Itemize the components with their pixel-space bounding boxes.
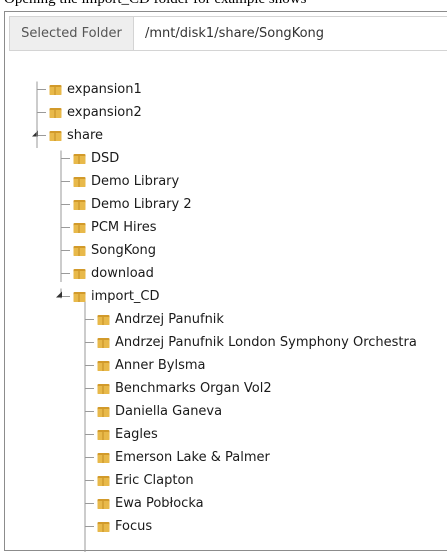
folder-icon xyxy=(73,199,86,210)
tree-node-label: DSD xyxy=(91,151,120,166)
folder-icon xyxy=(49,130,62,141)
tree-node[interactable]: Andrzej Panufnik xyxy=(97,308,224,331)
tree-node[interactable]: DSD xyxy=(73,147,119,170)
page-caption: Opening the import_CD folder for example… xyxy=(4,0,306,8)
tree-node[interactable]: Eagles xyxy=(97,423,158,446)
tree-node[interactable]: Focus xyxy=(97,515,152,538)
tree-node-label: Ewa Pobłocka xyxy=(115,496,204,511)
folder-icon xyxy=(73,291,86,302)
tree-node-label: share xyxy=(67,128,104,143)
folder-icon xyxy=(97,521,110,532)
tree-node[interactable]: SongKong xyxy=(73,239,156,262)
tree-node[interactable]: import_CD xyxy=(73,285,160,308)
folder-icon xyxy=(73,176,86,187)
folder-icon xyxy=(97,452,110,463)
tree-node[interactable]: expansion1 xyxy=(49,78,142,101)
tree-node-label: Demo Library xyxy=(91,174,180,189)
folder-icon xyxy=(97,314,110,325)
tree-node-label: Andrzej Panufnik London Symphony Orchest… xyxy=(115,335,417,350)
tree-node[interactable]: Demo Library xyxy=(73,170,179,193)
tree-node[interactable]: download xyxy=(73,262,154,285)
tree-node-label: Anner Bylsma xyxy=(115,358,206,373)
folder-icon xyxy=(73,268,86,279)
tree-node[interactable]: Andrzej Panufnik London Symphony Orchest… xyxy=(97,331,417,354)
tree-node-label: expansion1 xyxy=(67,82,142,97)
tree-node[interactable]: Eric Clapton xyxy=(97,469,194,492)
folder-icon xyxy=(97,406,110,417)
folder-icon xyxy=(97,429,110,440)
tree-node-label: Benchmarks Organ Vol2 xyxy=(115,381,272,396)
tree-node[interactable]: share xyxy=(49,124,103,147)
folder-icon xyxy=(49,107,62,118)
tree-node[interactable]: expansion2 xyxy=(49,101,142,124)
tree-node-label: Emerson Lake & Palmer xyxy=(115,450,270,465)
tree-node-label: Demo Library 2 xyxy=(91,197,192,212)
folder-icon xyxy=(97,337,110,348)
tree-node-label: import_CD xyxy=(91,289,160,304)
tree-node[interactable]: Daniella Ganeva xyxy=(97,400,222,423)
tree-node[interactable]: Ewa Pobłocka xyxy=(97,492,204,515)
tree-node-label: Focus xyxy=(115,519,153,534)
tree-node-label: SongKong xyxy=(91,243,157,258)
folder-icon xyxy=(97,498,110,509)
folder-icon xyxy=(73,153,86,164)
folder-icon xyxy=(97,360,110,371)
tree-node-label: Daniella Ganeva xyxy=(115,404,223,419)
tree-node[interactable]: Emerson Lake & Palmer xyxy=(97,446,270,469)
folder-icon xyxy=(73,222,86,233)
tree-node-label: PCM Hires xyxy=(91,220,157,235)
folder-icon xyxy=(97,475,110,486)
folder-icon xyxy=(49,84,62,95)
folder-icon xyxy=(97,383,110,394)
tree-node-label: Eric Clapton xyxy=(115,473,194,488)
tree-node[interactable]: Benchmarks Organ Vol2 xyxy=(97,377,272,400)
tree-node[interactable]: Demo Library 2 xyxy=(73,193,192,216)
tree-node-label: expansion2 xyxy=(67,105,142,120)
tree-node[interactable]: PCM Hires xyxy=(73,216,156,239)
tree-node-label: Andrzej Panufnik xyxy=(115,312,224,327)
tree-node[interactable]: Anner Bylsma xyxy=(97,354,205,377)
folder-icon xyxy=(73,245,86,256)
tree-node-label: Eagles xyxy=(115,427,158,442)
folder-browser-panel: Selected Folder /mnt/disk1/share/SongKon… xyxy=(4,11,447,552)
tree-node-label: download xyxy=(91,266,154,281)
